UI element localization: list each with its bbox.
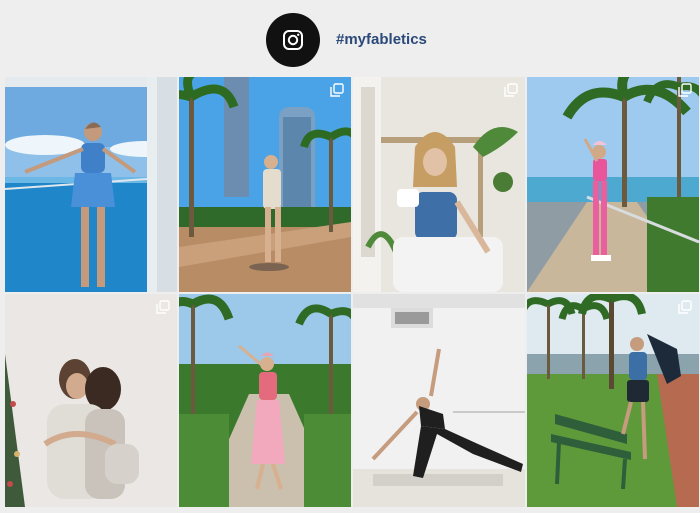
- post-photo: [179, 77, 351, 292]
- post-photo: [353, 294, 525, 507]
- post-photo: [5, 77, 177, 292]
- instagram-badge[interactable]: [266, 13, 320, 67]
- hashtag-link[interactable]: #myfabletics: [336, 31, 427, 48]
- photo-grid: [5, 77, 699, 507]
- post-tile[interactable]: [179, 294, 351, 507]
- post-tile[interactable]: [527, 77, 699, 292]
- multiple-images-icon: [330, 83, 344, 97]
- post-tile[interactable]: [5, 77, 177, 292]
- post-tile[interactable]: [5, 294, 177, 507]
- multiple-images-icon: [678, 83, 692, 97]
- instagram-icon: [283, 30, 303, 50]
- post-tile[interactable]: [179, 77, 351, 292]
- post-photo: [527, 294, 699, 507]
- multiple-images-icon: [156, 300, 170, 314]
- post-photo: [527, 77, 699, 292]
- post-photo: [353, 77, 525, 292]
- post-photo: [5, 294, 177, 507]
- profile-header: #myfabletics: [0, 0, 700, 77]
- multiple-images-icon: [504, 83, 518, 97]
- multiple-images-icon: [678, 300, 692, 314]
- post-tile[interactable]: [527, 294, 699, 507]
- post-tile[interactable]: [353, 77, 525, 292]
- post-photo: [179, 294, 351, 507]
- post-tile[interactable]: [353, 294, 525, 507]
